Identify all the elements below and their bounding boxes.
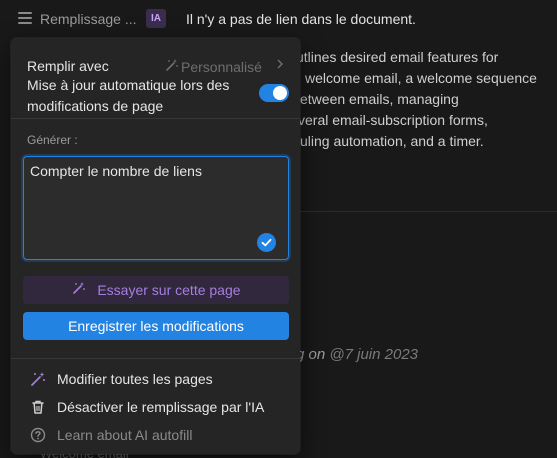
page-meta: g on @7 juin 2023: [296, 346, 418, 363]
page-body-line: etween emails, managing: [300, 91, 459, 107]
trash-icon: [29, 398, 47, 416]
menu-item-label: Modifier toutes les pages: [57, 371, 213, 387]
property-value[interactable]: Il n'y a pas de lien dans le document.: [186, 11, 416, 27]
try-on-page-button[interactable]: Essayer sur cette page: [23, 276, 289, 304]
magic-wand-icon: [165, 58, 181, 75]
try-on-page-label: Essayer sur cette page: [97, 282, 241, 298]
check-icon[interactable]: [257, 233, 276, 252]
magic-wand-icon: [29, 370, 47, 388]
magic-wand-icon: [71, 282, 91, 298]
list-icon: [18, 12, 32, 24]
divider: [11, 358, 300, 359]
menu-item-label: Learn about AI autofill: [57, 427, 193, 443]
property-row: Remplissage ... IA Il n'y a pas de lien …: [0, 0, 557, 38]
fill-with-dropdown[interactable]: Personnalisé: [165, 58, 262, 75]
menu-item-disable-ai-autofill[interactable]: Désactiver le remplissage par l'IA: [11, 394, 300, 420]
fill-with-value: Personnalisé: [181, 59, 262, 75]
meta-prefix: g on: [296, 346, 330, 363]
page-body-line: utlines desired email features for: [296, 49, 499, 65]
date-mention[interactable]: @7 juin 2023: [329, 346, 418, 363]
toggle-knob: [273, 86, 287, 100]
menu-item-learn-ai-autofill[interactable]: Learn about AI autofill: [11, 422, 300, 448]
auto-update-label: Mise à jour automatique lors des modific…: [27, 77, 230, 114]
ai-badge: IA: [146, 9, 166, 28]
generate-label: Générer :: [27, 133, 78, 147]
menu-item-edit-all-pages[interactable]: Modifier toutes les pages: [11, 366, 300, 392]
page-body-line: veral email-subscription forms,: [298, 112, 488, 128]
save-changes-button[interactable]: Enregistrer les modifications: [23, 312, 289, 340]
fill-with-label: Remplir avec: [27, 58, 109, 74]
page-divider: [298, 211, 557, 212]
page-body-line: uling automation, and a timer.: [300, 133, 484, 149]
menu-item-label: Désactiver le remplissage par l'IA: [57, 399, 265, 415]
auto-update-toggle[interactable]: [259, 84, 289, 102]
page-body-line: welcome email, a welcome sequence: [305, 70, 537, 86]
help-circle-icon: [29, 426, 47, 444]
chevron-right-icon: [275, 57, 285, 74]
property-name[interactable]: Remplissage ...: [40, 11, 136, 27]
generate-prompt-input[interactable]: [23, 156, 289, 260]
divider: [11, 118, 300, 119]
ai-autofill-popup: Remplir avec Personnalisé Mise à jour au…: [11, 38, 300, 454]
